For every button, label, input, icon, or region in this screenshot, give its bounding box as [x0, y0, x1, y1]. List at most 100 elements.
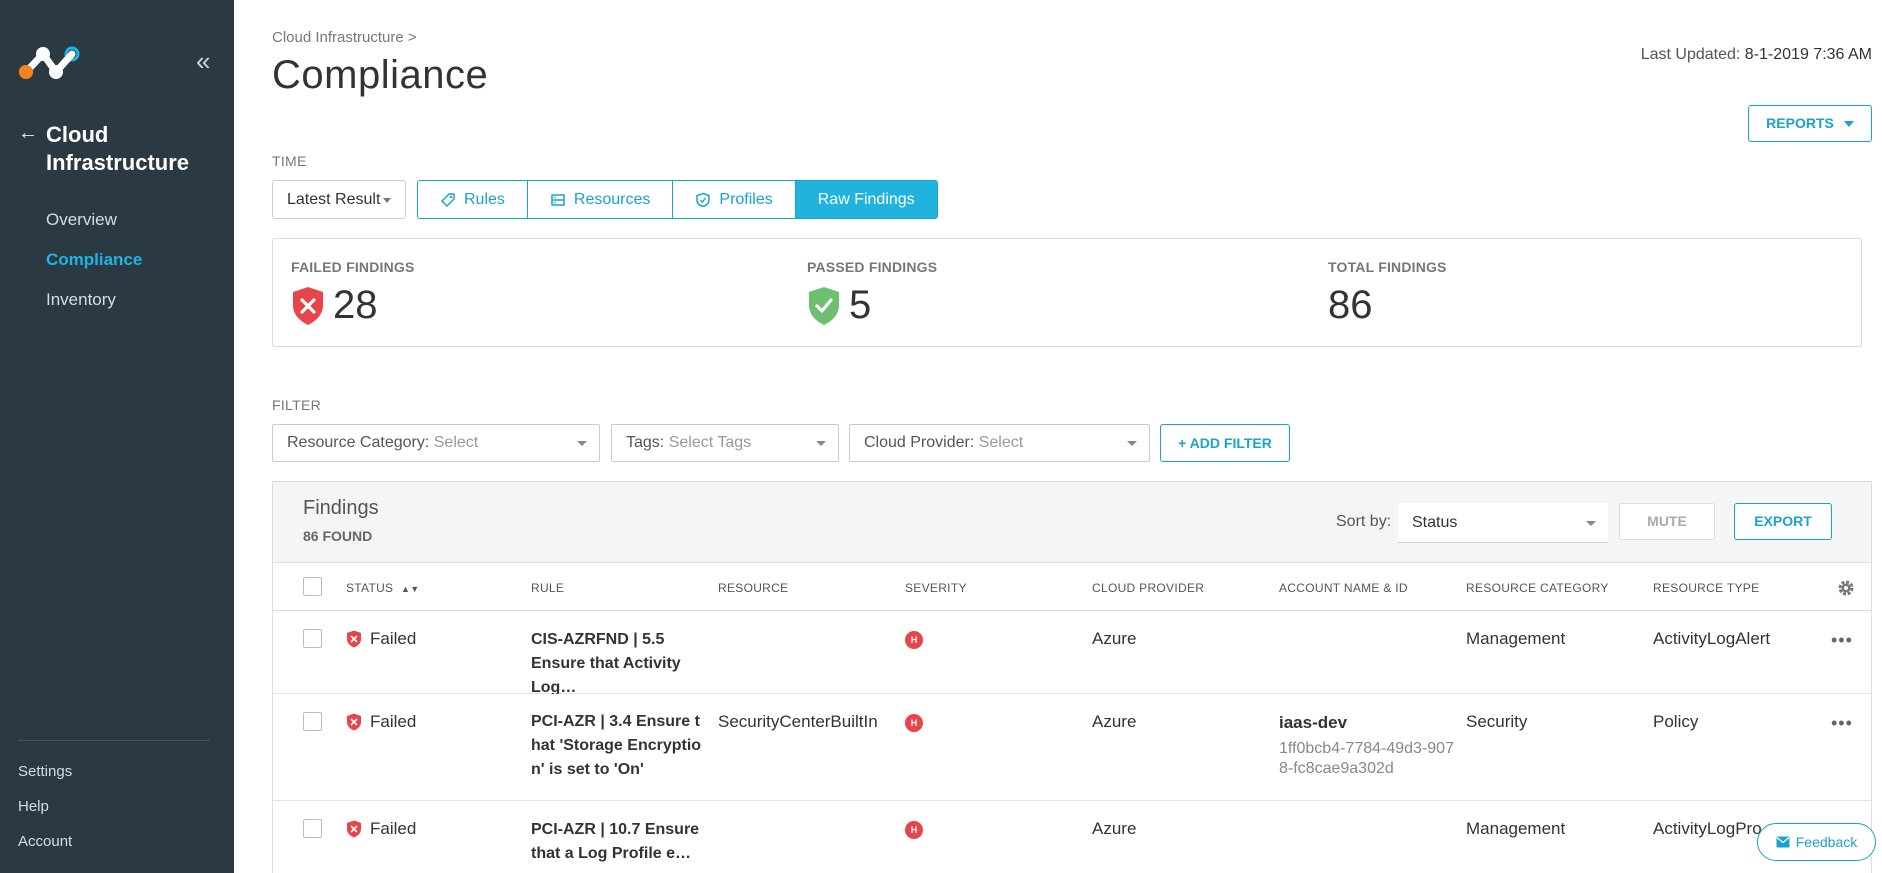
status-cell: Failed	[346, 817, 416, 841]
findings-summary: FAILED FINDINGS 28 PASSED FINDINGS 5 TOT…	[272, 238, 1862, 347]
sidebar-item-settings[interactable]: Settings	[18, 762, 72, 797]
caret-down-icon	[1127, 441, 1137, 446]
feedback-button[interactable]: Feedback	[1757, 823, 1876, 861]
sort-select[interactable]: Status	[1398, 503, 1608, 543]
resource-category-value: Select	[433, 434, 479, 451]
caret-down-icon	[816, 441, 826, 446]
column-cloud-provider[interactable]: CLOUD PROVIDER	[1092, 581, 1204, 595]
resource-type-cell: Policy	[1653, 712, 1699, 731]
row-checkbox[interactable]	[303, 819, 322, 838]
severity-high-badge: H	[905, 714, 923, 732]
findings-count: 86 FOUND	[303, 528, 373, 544]
account-cell: iaas-dev 1ff0bcb4-7784-49d3-9078-fc8cae9…	[1279, 711, 1459, 779]
column-rule[interactable]: RULE	[531, 581, 564, 595]
resource-type-cell: ActivityLogAlert	[1653, 629, 1771, 648]
rule-link[interactable]: PCI-AZR | 10.7 Ensure that a Log Profile…	[531, 818, 703, 866]
status-text: Failed	[370, 712, 417, 731]
rule-link[interactable]: PCI-AZR | 3.4 Ensure that 'Storage Encry…	[531, 710, 703, 782]
account-name: iaas-dev	[1279, 713, 1348, 732]
shield-outline-icon	[696, 192, 711, 207]
row-checkbox[interactable]	[303, 712, 322, 731]
reports-button[interactable]: REPORTS	[1748, 105, 1872, 142]
tab-rules-label: Rules	[464, 191, 505, 208]
tab-resources[interactable]: Resources	[527, 181, 674, 218]
tags-key: Tags:	[626, 434, 665, 451]
findings-header: Findings 86 FOUND Sort by: Status MUTE E…	[273, 482, 1871, 563]
sidebar-item-account[interactable]: Account	[18, 832, 72, 867]
table-header: STATUS ▲▼ RULE RESOURCE SEVERITY CLOUD P…	[273, 563, 1871, 611]
table-row[interactable]: Failed PCI-AZR | 10.7 Ensure that a Log …	[273, 801, 1871, 873]
select-all-checkbox[interactable]	[303, 577, 322, 596]
status-text: Failed	[370, 819, 417, 838]
column-account[interactable]: ACCOUNT NAME & ID	[1279, 581, 1408, 595]
rule-link[interactable]: CIS-AZRFND | 5.5 Ensure that Activity Lo…	[531, 628, 703, 700]
status-text: Failed	[370, 629, 417, 648]
tab-raw-findings[interactable]: Raw Findings	[795, 181, 937, 218]
envelope-icon	[1776, 836, 1790, 848]
resource-category-cell: Security	[1466, 712, 1528, 731]
view-tabs: Rules Resources Profiles Raw Findings	[417, 180, 938, 219]
page-title: Compliance	[272, 53, 489, 97]
back-arrow-icon[interactable]: ←	[18, 122, 40, 144]
cloud-provider-cell: Azure	[1092, 819, 1137, 838]
cloud-provider-key: Cloud Provider:	[864, 434, 975, 451]
failed-findings-stat: FAILED FINDINGS 28	[291, 259, 415, 328]
sidebar-bottom: Settings Help Account	[18, 762, 72, 867]
tab-rules[interactable]: Rules	[418, 181, 528, 218]
resource-category-key: Resource Category:	[287, 434, 430, 451]
column-resource-category[interactable]: RESOURCE CATEGORY	[1466, 581, 1609, 595]
column-resource-type[interactable]: RESOURCE TYPE	[1653, 581, 1759, 595]
tab-profiles[interactable]: Profiles	[673, 181, 796, 218]
sidebar-item-inventory[interactable]: Inventory	[46, 288, 142, 328]
status-cell: Failed	[346, 710, 416, 734]
column-resource[interactable]: RESOURCE	[718, 581, 788, 595]
collapse-sidebar-icon[interactable]: «	[196, 48, 216, 74]
tab-resources-label: Resources	[573, 191, 651, 208]
table-row[interactable]: Failed CIS-AZRFND | 5.5 Ensure that Acti…	[273, 611, 1871, 696]
column-severity[interactable]: SEVERITY	[905, 581, 967, 595]
cloud-provider-filter[interactable]: Cloud Provider: Select	[849, 424, 1150, 462]
failed-shield-icon	[293, 286, 323, 325]
caret-down-icon	[1586, 521, 1596, 526]
caret-down-icon	[383, 198, 391, 203]
time-label: TIME	[272, 153, 307, 169]
total-findings-value: 86	[1328, 283, 1373, 327]
more-actions-icon[interactable]: •••	[1831, 714, 1853, 732]
cloud-provider-value: Select	[978, 434, 1024, 451]
tags-value: Select Tags	[668, 434, 752, 451]
feedback-label: Feedback	[1795, 834, 1858, 850]
failed-shield-icon	[347, 713, 361, 731]
total-findings-label: TOTAL FINDINGS	[1328, 259, 1447, 275]
sidebar-item-help[interactable]: Help	[18, 797, 72, 832]
table-row[interactable]: Failed PCI-AZR | 3.4 Ensure that 'Storag…	[273, 694, 1871, 801]
severity-high-badge: H	[905, 631, 923, 649]
sidebar-item-compliance[interactable]: Compliance	[46, 248, 142, 288]
filter-label: FILTER	[272, 397, 321, 413]
time-select[interactable]: Latest Result	[272, 180, 406, 219]
sort-select-value: Status	[1412, 514, 1458, 531]
last-updated: Last Updated: 8-1-2019 7:36 AM	[1641, 46, 1872, 64]
sidebar-title: Cloud Infrastructure	[46, 122, 190, 175]
tab-profiles-label: Profiles	[719, 191, 773, 208]
column-status-label: STATUS	[346, 581, 394, 595]
gear-icon[interactable]	[1836, 578, 1856, 598]
breadcrumb[interactable]: Cloud Infrastructure >	[272, 29, 417, 46]
more-actions-icon[interactable]: •••	[1831, 631, 1853, 649]
status-cell: Failed	[346, 627, 416, 651]
add-filter-button[interactable]: + ADD FILTER	[1160, 424, 1290, 462]
column-status[interactable]: STATUS ▲▼	[346, 581, 419, 595]
tags-filter[interactable]: Tags: Select Tags	[611, 424, 839, 462]
passed-shield-icon	[809, 286, 839, 325]
tab-raw-findings-label: Raw Findings	[817, 191, 915, 208]
main-content: Cloud Infrastructure > Compliance Last U…	[234, 0, 1882, 873]
mute-button[interactable]: MUTE	[1619, 503, 1715, 540]
row-checkbox[interactable]	[303, 629, 322, 648]
cloud-provider-cell: Azure	[1092, 712, 1137, 731]
resource-category-filter[interactable]: Resource Category: Select	[272, 424, 600, 462]
sidebar-item-overview[interactable]: Overview	[46, 208, 142, 248]
resource-cell[interactable]: SecurityCenterBuiltIn	[718, 710, 878, 734]
logo-icon	[19, 46, 80, 79]
sidebar: « ← Cloud Infrastructure Overview Compli…	[0, 0, 234, 873]
export-button[interactable]: EXPORT	[1734, 503, 1832, 540]
cloud-provider-cell: Azure	[1092, 629, 1137, 648]
